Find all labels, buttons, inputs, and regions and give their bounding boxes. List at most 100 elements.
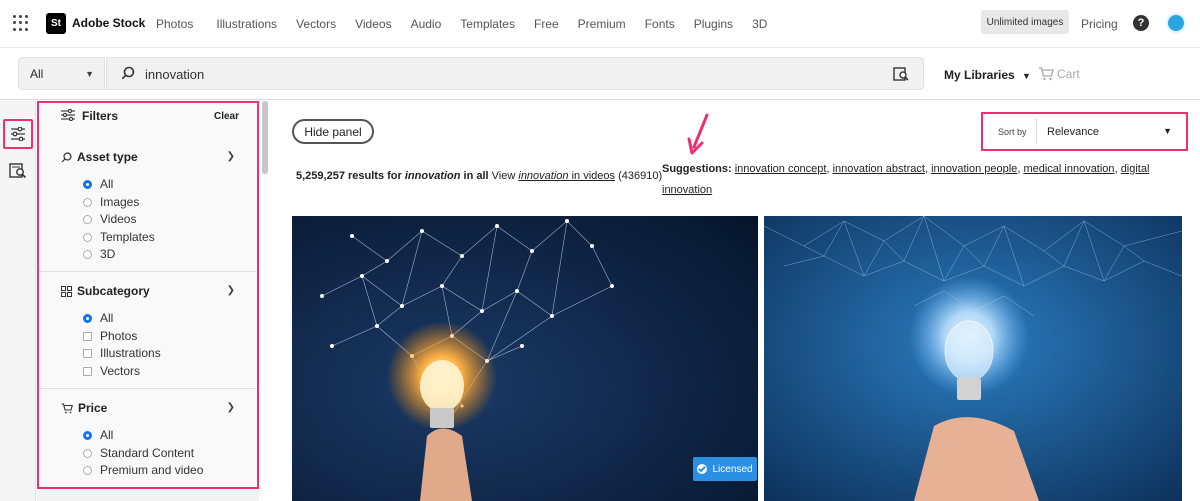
subcategory-header[interactable]: Subcategory: [61, 284, 150, 298]
price-title: Price: [78, 401, 108, 415]
checkbox[interactable]: [83, 366, 92, 376]
my-libraries-menu[interactable]: My Libraries ▼: [944, 68, 1031, 82]
subcategory-option-illustrations[interactable]: Illustrations: [83, 346, 161, 360]
visual-search-icon: [9, 163, 27, 179]
chevron-down-icon: ▼: [1163, 126, 1172, 136]
search-scope-select[interactable]: All ▼: [18, 57, 105, 90]
chevron-down-icon[interactable]: ❯: [227, 402, 235, 413]
results-count: 5,259,257: [296, 170, 345, 182]
results-scope: in all: [463, 170, 489, 182]
suggestion-link[interactable]: innovation people: [931, 163, 1017, 175]
check-icon: [697, 464, 708, 474]
brand-name[interactable]: Adobe Stock: [72, 16, 145, 30]
filters-toggle-button[interactable]: [3, 119, 33, 149]
suggestion-link[interactable]: innovation abstract: [833, 163, 925, 175]
nav-premium[interactable]: Premium: [578, 17, 626, 31]
pricing-link[interactable]: Pricing: [1081, 17, 1118, 31]
main-nav: Photos Illustrations Vectors Videos Audi…: [156, 17, 767, 31]
radio-selected[interactable]: [83, 313, 92, 323]
filters-title: Filters: [82, 109, 119, 123]
nav-3d[interactable]: 3D: [752, 17, 767, 31]
asset-type-option-images[interactable]: Images: [83, 195, 139, 209]
radio-selected[interactable]: [83, 430, 92, 440]
subcategory-option-photos[interactable]: Photos: [83, 329, 137, 343]
sliders-icon: [61, 109, 75, 121]
app-switcher-icon[interactable]: [13, 15, 29, 31]
radio[interactable]: [83, 232, 92, 242]
nav-photos[interactable]: Photos: [156, 17, 193, 31]
help-icon[interactable]: ?: [1133, 15, 1149, 31]
radio[interactable]: [83, 448, 92, 458]
search-input[interactable]: [145, 64, 845, 84]
option-label: Illustrations: [100, 346, 161, 360]
result-image-2[interactable]: [764, 216, 1182, 501]
annotation-arrow-icon: [687, 113, 709, 155]
search-icon: [121, 66, 135, 80]
price-option-standard[interactable]: Standard Content: [83, 446, 194, 460]
asset-type-option-videos[interactable]: Videos: [83, 212, 136, 226]
nav-illustrations[interactable]: Illustrations: [216, 17, 277, 31]
option-label: 3D: [100, 247, 116, 261]
grid-icon: [61, 285, 72, 297]
nav-audio[interactable]: Audio: [411, 17, 442, 31]
chevron-down-icon: ▼: [85, 69, 94, 79]
asset-type-header[interactable]: Asset type: [61, 150, 138, 164]
subcategory-option-all[interactable]: All: [83, 311, 113, 325]
price-option-premium[interactable]: Premium and video: [83, 463, 203, 477]
chevron-down-icon: ▼: [1022, 71, 1031, 81]
filter-panel-scrollbar[interactable]: [262, 101, 268, 174]
nav-plugins[interactable]: Plugins: [694, 17, 733, 31]
hide-panel-button[interactable]: Hide panel: [292, 119, 374, 144]
cart-icon: [1039, 67, 1054, 81]
nav-videos[interactable]: Videos: [355, 17, 391, 31]
visual-search-rail-button[interactable]: [8, 161, 28, 181]
suggestions-label: Suggestions:: [662, 163, 732, 175]
unlimited-images-button[interactable]: Unlimited images: [981, 10, 1069, 34]
adobe-stock-logo[interactable]: St: [46, 13, 66, 34]
radio-selected[interactable]: [83, 179, 92, 189]
asset-type-option-templates[interactable]: Templates: [83, 230, 155, 244]
radio[interactable]: [83, 249, 92, 259]
view-link-rest: in videos: [571, 170, 616, 182]
option-label: Vectors: [100, 364, 141, 378]
results-for: results for: [348, 170, 402, 182]
chevron-down-icon[interactable]: ❯: [227, 285, 235, 296]
view-videos-link[interactable]: innovation in videos: [518, 170, 615, 182]
sort-select[interactable]: Relevance ▼: [1036, 118, 1184, 145]
radio[interactable]: [83, 465, 92, 475]
asset-type-option-all[interactable]: All: [83, 177, 113, 191]
asset-type-option-3d[interactable]: 3D: [83, 247, 115, 261]
visual-search-icon[interactable]: [893, 66, 909, 82]
results-summary: 5,259,257 results for innovation in all …: [296, 170, 662, 182]
option-label: Standard Content: [100, 446, 195, 460]
option-label: All: [100, 428, 114, 442]
nav-free[interactable]: Free: [534, 17, 559, 31]
suggestion-link[interactable]: innovation concept: [735, 163, 827, 175]
nav-fonts[interactable]: Fonts: [645, 17, 675, 31]
cart-button[interactable]: Cart: [1038, 67, 1080, 81]
subcategory-option-vectors[interactable]: Vectors: [83, 364, 140, 378]
search-scope-value: All: [30, 66, 44, 81]
result-image-1[interactable]: [292, 216, 758, 501]
price-header[interactable]: Price: [61, 401, 107, 415]
price-option-all[interactable]: All: [83, 428, 113, 442]
option-label: All: [100, 177, 114, 191]
suggestion-link[interactable]: medical innovation: [1023, 163, 1114, 175]
avatar[interactable]: [1166, 13, 1186, 33]
cart-label: Cart: [1057, 67, 1080, 81]
chevron-down-icon[interactable]: ❯: [227, 151, 235, 162]
nav-templates[interactable]: Templates: [460, 17, 515, 31]
licensed-badge: Licensed: [693, 457, 757, 481]
panel-continuation: [37, 489, 259, 501]
radio[interactable]: [83, 214, 92, 224]
checkbox[interactable]: [83, 348, 92, 358]
sort-value: Relevance: [1047, 125, 1099, 138]
checkbox[interactable]: [83, 331, 92, 341]
clear-filters-button[interactable]: Clear: [214, 111, 239, 122]
sliders-icon: [11, 127, 25, 141]
results-query: innovation: [404, 170, 461, 182]
search-icon: [61, 151, 72, 162]
radio[interactable]: [83, 197, 92, 207]
nav-vectors[interactable]: Vectors: [296, 17, 336, 31]
sort-control-highlight: Sort by Relevance ▼: [981, 112, 1188, 151]
